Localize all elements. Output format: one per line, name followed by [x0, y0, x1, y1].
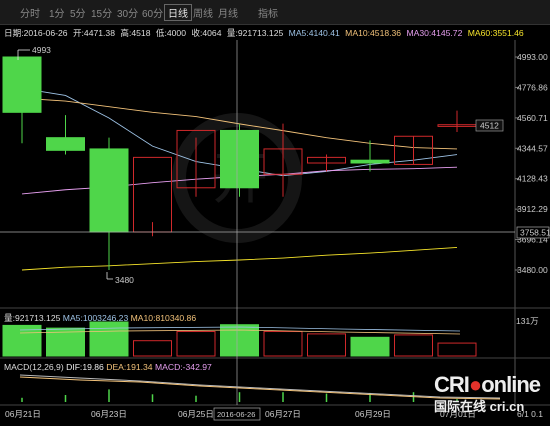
cri-online-logo: CRI●online 国际在线 cri.cn — [434, 372, 541, 414]
volume-bar — [176, 331, 216, 357]
volume-bar — [133, 340, 172, 357]
kline-chart[interactable]: 开 4993.004776.864560.714344.574128.43391… — [0, 0, 550, 426]
date-label-1: 06月21日 — [5, 409, 41, 419]
volume-bar — [263, 331, 303, 357]
price-tick-label: 4344.57 — [517, 143, 548, 153]
candle-body — [89, 148, 129, 233]
date-label-5: 06月29日 — [355, 409, 391, 419]
high-marker-label: 4993 — [32, 45, 51, 55]
volume-axis-label: 131万 — [516, 316, 539, 326]
volume-bar — [220, 324, 259, 357]
price-tick-label: 4776.86 — [517, 82, 548, 92]
candle-body — [2, 56, 42, 113]
price-tick-label: 4993.00 — [517, 52, 548, 62]
price-axis-ticks: 4993.00 4776.86 4560.71 4344.57 4128.43 3912.… — [515, 52, 548, 275]
price-tick-label: 3480.00 — [517, 265, 548, 275]
cursor-price-label: 3758.51 — [520, 228, 550, 238]
date-label-4: 06月27日 — [265, 409, 301, 419]
candle-body — [46, 137, 85, 151]
last-price-label: 4512 — [480, 121, 499, 131]
ma60-line — [21, 247, 458, 271]
macd-dif-line — [19, 374, 501, 399]
volume-bar — [350, 336, 390, 357]
candle-body — [220, 129, 259, 189]
volume-bar — [394, 334, 433, 357]
cursor-date-label: 2016-06-26 — [217, 410, 255, 419]
candle-body — [350, 159, 390, 164]
price-tick-label: 4128.43 — [517, 174, 548, 184]
volume-bar — [307, 333, 346, 357]
date-label-3: 06月25日 — [178, 409, 214, 419]
volume-bar — [437, 342, 477, 357]
price-tick-label: 4560.71 — [517, 113, 548, 123]
price-tick-label: 3912.29 — [517, 204, 548, 214]
volume-bars — [2, 321, 477, 357]
date-label-2: 06月23日 — [91, 409, 127, 419]
candle-body — [133, 156, 172, 233]
volume-bar — [89, 321, 129, 357]
low-marker-label: 3480 — [115, 275, 134, 285]
